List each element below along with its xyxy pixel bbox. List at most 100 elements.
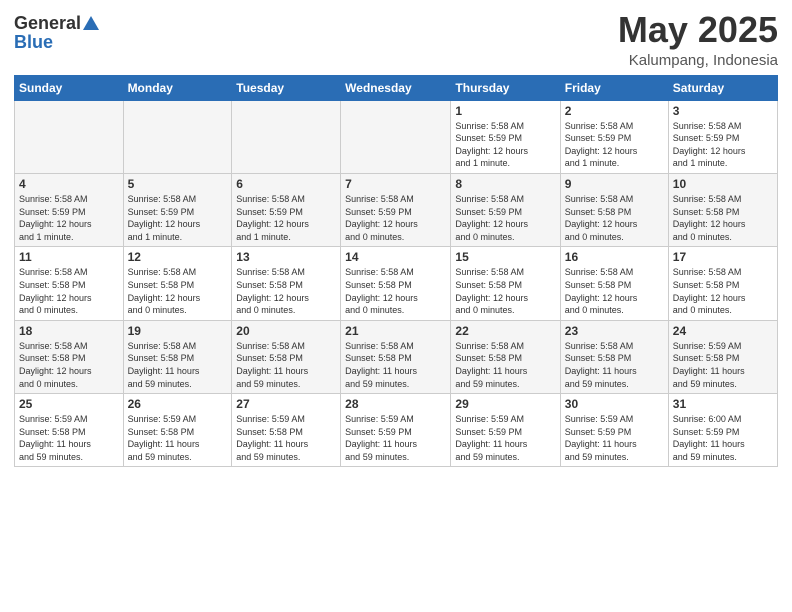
day-number: 4 [19, 177, 119, 191]
day-number: 19 [128, 324, 228, 338]
day-info: Sunrise: 5:59 AM Sunset: 5:59 PM Dayligh… [565, 413, 664, 463]
calendar-cell: 2 Sunrise: 5:58 AM Sunset: 5:59 PM Daylig… [560, 100, 668, 173]
day-info: Sunrise: 5:58 AM Sunset: 5:58 PM Dayligh… [345, 340, 446, 390]
day-info: Sunrise: 5:58 AM Sunset: 5:59 PM Dayligh… [455, 193, 555, 243]
calendar-cell: 28 Sunrise: 5:59 AM Sunset: 5:59 PM Dayli… [341, 394, 451, 467]
calendar-cell: 24Sunrise: 5:59 AM Sunset: 5:58 PM Dayli… [668, 320, 777, 393]
day-number: 15 [455, 250, 555, 264]
logo-general-text: General [14, 14, 81, 32]
day-number: 11 [19, 250, 119, 264]
day-number: 22 [455, 324, 555, 338]
calendar-cell: 12Sunrise: 5:58 AM Sunset: 5:58 PM Dayli… [123, 247, 232, 320]
calendar-cell: 11Sunrise: 5:58 AM Sunset: 5:58 PM Dayli… [15, 247, 124, 320]
calendar-cell: 9 Sunrise: 5:58 AM Sunset: 5:58 PM Daylig… [560, 173, 668, 246]
day-info: Sunrise: 5:58 AM Sunset: 5:58 PM Dayligh… [19, 340, 119, 390]
day-number: 27 [236, 397, 336, 411]
calendar-cell: 6 Sunrise: 5:58 AM Sunset: 5:59 PM Daylig… [232, 173, 341, 246]
calendar-cell: 7 Sunrise: 5:58 AM Sunset: 5:59 PM Daylig… [341, 173, 451, 246]
page: General Blue May 2025 Kalumpang, Indones… [0, 0, 792, 612]
calendar-cell [123, 100, 232, 173]
calendar-cell: 31 Sunrise: 6:00 AM Sunset: 5:59 PM Dayli… [668, 394, 777, 467]
day-info: Sunrise: 5:59 AM Sunset: 5:59 PM Dayligh… [345, 413, 446, 463]
calendar-week-row: 1 Sunrise: 5:58 AM Sunset: 5:59 PM Daylig… [15, 100, 778, 173]
day-number: 7 [345, 177, 446, 191]
calendar-cell: 17 Sunrise: 5:58 AM Sunset: 5:58 PM Dayli… [668, 247, 777, 320]
calendar-cell: 27 Sunrise: 5:59 AM Sunset: 5:58 PM Dayli… [232, 394, 341, 467]
calendar-cell: 15 Sunrise: 5:58 AM Sunset: 5:58 PM Dayli… [451, 247, 560, 320]
day-number: 24 [673, 324, 773, 338]
day-of-week-header: Monday [123, 75, 232, 100]
calendar-week-row: 4 Sunrise: 5:58 AM Sunset: 5:59 PM Daylig… [15, 173, 778, 246]
calendar-cell [232, 100, 341, 173]
day-info: Sunrise: 5:58 AM Sunset: 5:58 PM Dayligh… [455, 266, 555, 316]
calendar-cell: 14 Sunrise: 5:58 AM Sunset: 5:58 PM Dayli… [341, 247, 451, 320]
day-number: 28 [345, 397, 446, 411]
calendar-cell: 20 Sunrise: 5:58 AM Sunset: 5:58 PM Dayli… [232, 320, 341, 393]
day-number: 29 [455, 397, 555, 411]
calendar-cell: 8Sunrise: 5:58 AM Sunset: 5:59 PM Daylig… [451, 173, 560, 246]
day-number: 16 [565, 250, 664, 264]
day-number: 17 [673, 250, 773, 264]
calendar-cell: 10 Sunrise: 5:58 AM Sunset: 5:58 PM Dayli… [668, 173, 777, 246]
day-number: 14 [345, 250, 446, 264]
day-number: 31 [673, 397, 773, 411]
day-number: 10 [673, 177, 773, 191]
day-info: Sunrise: 5:58 AM Sunset: 5:59 PM Dayligh… [128, 193, 228, 243]
day-number: 20 [236, 324, 336, 338]
day-number: 26 [128, 397, 228, 411]
day-info: Sunrise: 5:58 AM Sunset: 5:58 PM Dayligh… [673, 193, 773, 243]
calendar-cell: 19Sunrise: 5:58 AM Sunset: 5:58 PM Dayli… [123, 320, 232, 393]
calendar-cell: 5 Sunrise: 5:58 AM Sunset: 5:59 PM Daylig… [123, 173, 232, 246]
day-info: Sunrise: 5:58 AM Sunset: 5:59 PM Dayligh… [19, 193, 119, 243]
calendar-cell: 4 Sunrise: 5:58 AM Sunset: 5:59 PM Daylig… [15, 173, 124, 246]
calendar-cell: 22 Sunrise: 5:58 AM Sunset: 5:58 PM Dayli… [451, 320, 560, 393]
day-number: 5 [128, 177, 228, 191]
calendar-cell: 13Sunrise: 5:58 AM Sunset: 5:58 PM Dayli… [232, 247, 341, 320]
calendar-header-row: SundayMondayTuesdayWednesdayThursdayFrid… [15, 75, 778, 100]
day-info: Sunrise: 5:58 AM Sunset: 5:58 PM Dayligh… [565, 340, 664, 390]
day-info: Sunrise: 5:58 AM Sunset: 5:59 PM Dayligh… [455, 120, 555, 170]
day-info: Sunrise: 5:58 AM Sunset: 5:59 PM Dayligh… [565, 120, 664, 170]
day-number: 18 [19, 324, 119, 338]
day-info: Sunrise: 5:58 AM Sunset: 5:58 PM Dayligh… [345, 266, 446, 316]
logo-blue-text: Blue [14, 32, 53, 53]
calendar-week-row: 18 Sunrise: 5:58 AM Sunset: 5:58 PM Dayli… [15, 320, 778, 393]
calendar-cell: 3Sunrise: 5:58 AM Sunset: 5:59 PM Daylig… [668, 100, 777, 173]
day-number: 9 [565, 177, 664, 191]
title-block: May 2025 Kalumpang, Indonesia [618, 10, 778, 69]
day-info: Sunrise: 5:59 AM Sunset: 5:58 PM Dayligh… [236, 413, 336, 463]
day-info: Sunrise: 5:58 AM Sunset: 5:58 PM Dayligh… [673, 266, 773, 316]
day-info: Sunrise: 5:58 AM Sunset: 5:58 PM Dayligh… [236, 266, 336, 316]
day-info: Sunrise: 5:58 AM Sunset: 5:58 PM Dayligh… [565, 193, 664, 243]
calendar-cell [341, 100, 451, 173]
day-info: Sunrise: 5:58 AM Sunset: 5:58 PM Dayligh… [236, 340, 336, 390]
day-number: 3 [673, 104, 773, 118]
calendar-cell: 18 Sunrise: 5:58 AM Sunset: 5:58 PM Dayli… [15, 320, 124, 393]
month-title: May 2025 [618, 10, 778, 50]
calendar: SundayMondayTuesdayWednesdayThursdayFrid… [14, 75, 778, 468]
header: General Blue May 2025 Kalumpang, Indones… [14, 10, 778, 69]
day-number: 6 [236, 177, 336, 191]
day-info: Sunrise: 5:58 AM Sunset: 5:58 PM Dayligh… [455, 340, 555, 390]
calendar-cell: 26Sunrise: 5:59 AM Sunset: 5:58 PM Dayli… [123, 394, 232, 467]
calendar-cell: 1 Sunrise: 5:58 AM Sunset: 5:59 PM Daylig… [451, 100, 560, 173]
day-info: Sunrise: 5:58 AM Sunset: 5:59 PM Dayligh… [236, 193, 336, 243]
day-info: Sunrise: 5:58 AM Sunset: 5:59 PM Dayligh… [345, 193, 446, 243]
day-info: Sunrise: 5:59 AM Sunset: 5:58 PM Dayligh… [19, 413, 119, 463]
calendar-cell: 29 Sunrise: 5:59 AM Sunset: 5:59 PM Dayli… [451, 394, 560, 467]
day-info: Sunrise: 6:00 AM Sunset: 5:59 PM Dayligh… [673, 413, 773, 463]
logo-triangle-icon [83, 16, 99, 30]
day-info: Sunrise: 5:58 AM Sunset: 5:58 PM Dayligh… [565, 266, 664, 316]
calendar-week-row: 25 Sunrise: 5:59 AM Sunset: 5:58 PM Dayli… [15, 394, 778, 467]
day-info: Sunrise: 5:58 AM Sunset: 5:58 PM Dayligh… [128, 266, 228, 316]
day-number: 1 [455, 104, 555, 118]
calendar-cell: 23Sunrise: 5:58 AM Sunset: 5:58 PM Dayli… [560, 320, 668, 393]
day-number: 25 [19, 397, 119, 411]
day-of-week-header: Saturday [668, 75, 777, 100]
calendar-cell [15, 100, 124, 173]
day-of-week-header: Thursday [451, 75, 560, 100]
day-info: Sunrise: 5:59 AM Sunset: 5:59 PM Dayligh… [455, 413, 555, 463]
day-number: 2 [565, 104, 664, 118]
day-of-week-header: Sunday [15, 75, 124, 100]
day-of-week-header: Wednesday [341, 75, 451, 100]
